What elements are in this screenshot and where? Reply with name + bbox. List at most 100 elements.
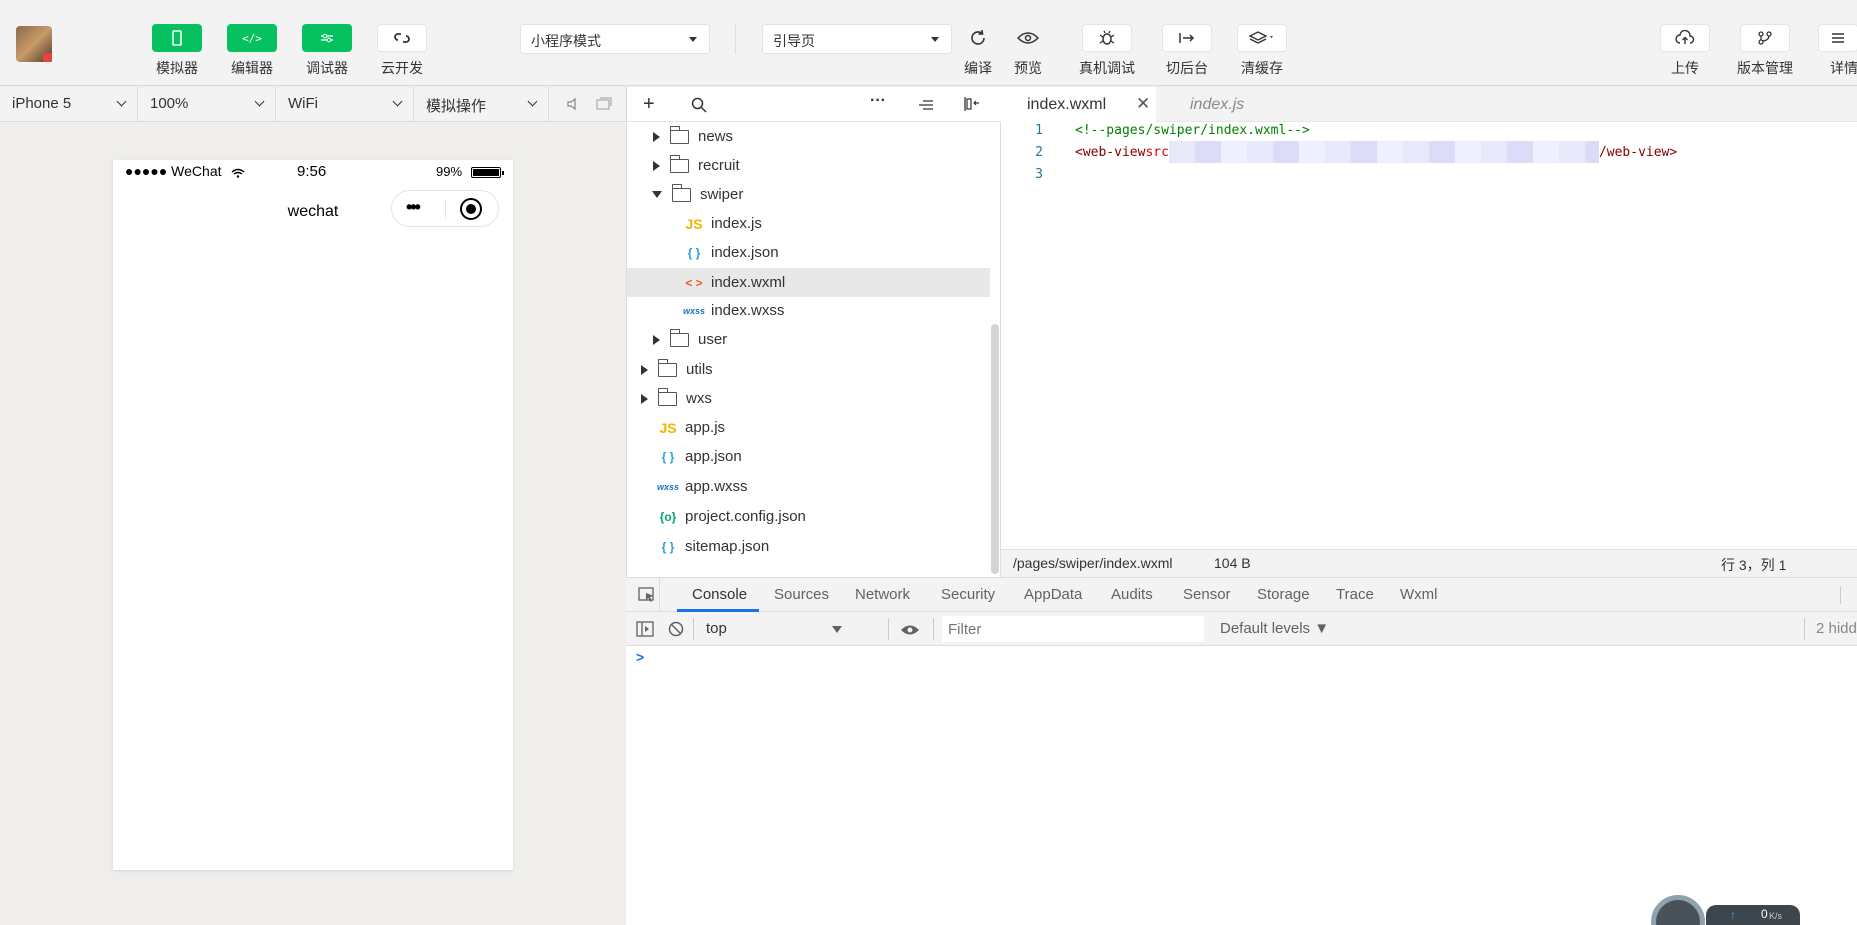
tree-folder-news[interactable]: news — [653, 122, 733, 151]
simulator-button[interactable]: 模拟器 — [137, 24, 217, 78]
tree-file-app-wxss[interactable]: wxss app.wxss — [657, 472, 748, 501]
tab-sources[interactable]: Sources — [774, 586, 829, 603]
speaker-icon[interactable] — [566, 97, 578, 114]
tree-item-label: app.js — [685, 419, 726, 436]
tree-folder-wxs[interactable]: wxs — [641, 384, 712, 413]
console-filter-input[interactable] — [942, 616, 1204, 642]
tree-file-index-js[interactable]: JS index.js — [683, 209, 761, 238]
chevron-right-icon — [653, 160, 660, 171]
tree-file-app-json[interactable]: { } app.json — [657, 442, 742, 471]
tree-file-app-js[interactable]: JS app.js — [657, 413, 725, 442]
tab-storage[interactable]: Storage — [1257, 586, 1310, 603]
tree-folder-user[interactable]: user — [653, 325, 727, 354]
mode-select[interactable]: 小程序模式 — [520, 24, 710, 54]
tree-folder-swiper[interactable]: swiper — [652, 180, 743, 209]
divider — [1840, 586, 1841, 604]
add-file-icon[interactable]: + — [643, 93, 655, 116]
json-file-icon: { } — [661, 539, 675, 554]
chevron-down-icon — [689, 37, 697, 42]
version-label: 版本管理 — [1737, 60, 1793, 76]
battery-icon — [471, 167, 504, 178]
split-panel-icon[interactable] — [963, 96, 981, 115]
tree-file-project-config[interactable]: {o} project.config.json — [657, 502, 806, 531]
tab-security[interactable]: Security — [941, 586, 995, 603]
device-select[interactable]: iPhone 5 — [0, 87, 138, 121]
search-icon[interactable] — [691, 97, 707, 116]
preview-button[interactable]: 预览 — [988, 24, 1068, 78]
code-comment: <!--pages/swiper/index.wxml--> — [1075, 123, 1310, 138]
debugger-button[interactable]: 调试器 — [287, 24, 367, 78]
details-button[interactable]: 详情 — [1818, 24, 1857, 78]
device-debug-button[interactable]: 真机调试 — [1067, 24, 1147, 78]
page-select[interactable]: 引导页 — [762, 24, 952, 54]
close-icon[interactable]: ✕ — [1136, 94, 1150, 114]
tab-appdata[interactable]: AppData — [1024, 586, 1082, 603]
tree-folder-recruit[interactable]: recruit — [653, 151, 740, 180]
code-line[interactable]: 3 — [1001, 167, 1857, 189]
background-switch-label: 切后台 — [1166, 60, 1208, 76]
tab-console[interactable]: Console — [692, 586, 747, 603]
tab-label: index.js — [1190, 96, 1245, 113]
code-bracket: > — [1669, 145, 1678, 160]
log-levels-select[interactable]: Default levels ▼ — [1220, 620, 1329, 637]
window-icon[interactable] — [596, 97, 612, 114]
capsule-menu: ••• — [391, 190, 499, 227]
inspect-icon[interactable] — [638, 587, 656, 606]
chevron-down-icon — [254, 96, 265, 107]
sidebar-toggle-icon[interactable] — [636, 621, 654, 640]
more-options-icon[interactable]: ··· — [870, 92, 886, 110]
tab-network[interactable]: Network — [855, 586, 910, 603]
clear-console-icon[interactable] — [668, 621, 684, 640]
folder-icon — [669, 328, 689, 347]
tab-trace[interactable]: Trace — [1336, 586, 1374, 603]
file-path: /pages/swiper/index.wxml — [1013, 555, 1173, 571]
close-capsule-icon[interactable] — [460, 198, 482, 220]
explorer-scrollbar[interactable] — [991, 324, 999, 574]
tab-audits[interactable]: Audits — [1111, 586, 1153, 603]
upload-label: 上传 — [1671, 60, 1699, 76]
cloud-dev-button[interactable]: 云开发 — [362, 24, 442, 78]
context-select[interactable]: top — [700, 612, 850, 646]
version-button[interactable]: 版本管理 — [1725, 24, 1805, 78]
user-avatar[interactable] — [16, 26, 52, 62]
wxss-file-icon: wxss — [683, 305, 706, 316]
tree-file-index-wxml[interactable]: < > index.wxml — [627, 268, 990, 297]
tab-index-js[interactable]: index.js — [1164, 87, 1284, 122]
tab-index-wxml[interactable]: index.wxml ✕ — [1001, 87, 1156, 122]
bug-icon — [1082, 24, 1132, 52]
speed-widget: ↑ 0 K/s — [1706, 905, 1800, 925]
chevron-down-icon — [527, 96, 538, 107]
phone-screen[interactable]: ●●●●● WeChat 9:56 99% wechat ••• — [113, 160, 513, 870]
status-carrier: ●●●●● WeChat — [125, 163, 222, 179]
tab-wxml[interactable]: Wxml — [1400, 586, 1438, 603]
upload-button[interactable]: 上传 — [1645, 24, 1725, 78]
main-toolbar: 模拟器 </> 编辑器 调试器 云开发 小程序模式 引导页 编译 预览 真机调试… — [0, 0, 1857, 86]
more-icon[interactable]: ••• — [406, 197, 421, 218]
operation-select[interactable]: 模拟操作 — [414, 87, 549, 121]
upload-arrow-icon: ↑ — [1730, 908, 1736, 922]
tree-file-index-json[interactable]: { } index.json — [683, 238, 779, 267]
code-text: <!--pages/swiper/index.wxml--> — [1075, 123, 1310, 138]
line-number: 1 — [1035, 123, 1043, 138]
code-icon: </> — [227, 24, 277, 52]
cloud-link-icon — [377, 24, 427, 52]
device-debug-label: 真机调试 — [1079, 60, 1135, 76]
code-bracket: < — [1075, 145, 1083, 160]
tree-folder-utils[interactable]: utils — [641, 355, 713, 384]
tab-sensor[interactable]: Sensor — [1183, 586, 1231, 603]
eye-icon[interactable] — [900, 623, 920, 639]
folder-icon — [669, 125, 689, 144]
background-switch-button[interactable]: 切后台 — [1147, 24, 1227, 78]
tree-file-index-wxss[interactable]: wxss index.wxss — [683, 296, 784, 325]
zoom-select[interactable]: 100% — [138, 87, 276, 121]
editor-button[interactable]: </> 编辑器 — [212, 24, 292, 78]
page-select-value: 引导页 — [773, 33, 815, 49]
code-line[interactable]: 2 < web-view src /web-view > — [1001, 141, 1857, 167]
editor-tabs: index.wxml ✕ index.js — [1001, 87, 1857, 122]
network-select[interactable]: WiFi — [276, 87, 414, 121]
chevron-right-icon — [641, 393, 648, 404]
clear-cache-button[interactable]: 清缓存 — [1222, 24, 1302, 78]
tree-file-sitemap[interactable]: { } sitemap.json — [657, 532, 770, 561]
console-prompt[interactable]: > — [636, 649, 644, 665]
collapse-all-icon[interactable] — [918, 98, 934, 114]
